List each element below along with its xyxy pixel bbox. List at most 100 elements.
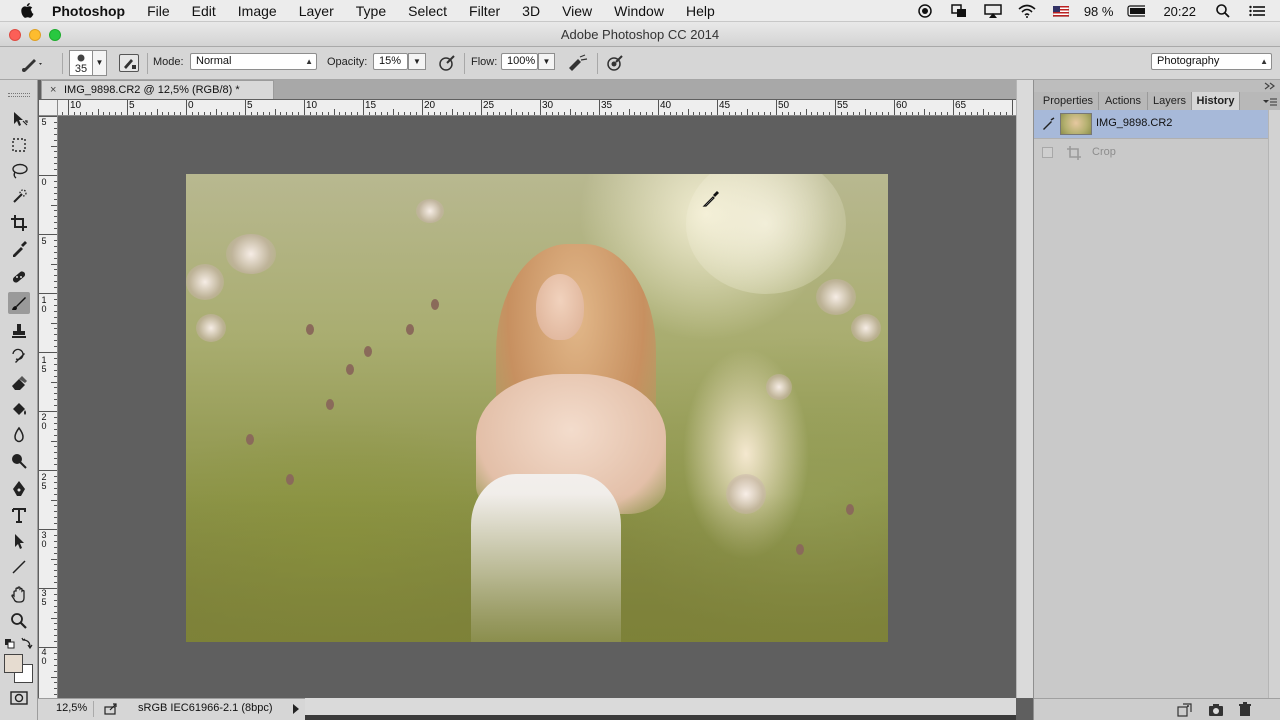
tool-preset-brush-icon[interactable] (20, 53, 44, 73)
ruler-tick (54, 157, 57, 159)
crop-icon[interactable] (8, 212, 30, 234)
flag-icon[interactable] (1052, 4, 1070, 18)
airplay-icon[interactable] (984, 4, 1002, 18)
brush-panel-toggle-icon[interactable] (119, 54, 139, 72)
airbrush-icon[interactable] (566, 53, 588, 73)
ruler-tick (628, 109, 630, 115)
hand-icon[interactable] (8, 584, 30, 606)
line-icon[interactable] (8, 556, 30, 578)
menu-filter[interactable]: Filter (469, 0, 500, 22)
vertical-ruler[interactable]: 5 0 5 10 15 20 25 30 35 40 (39, 116, 58, 698)
screens-icon[interactable] (950, 4, 968, 18)
blur-icon[interactable] (8, 424, 30, 446)
menu-type[interactable]: Type (356, 0, 386, 22)
tab-history[interactable]: History (1192, 92, 1240, 111)
default-colors-icon[interactable] (5, 638, 15, 649)
foreground-color-swatch[interactable] (4, 654, 23, 673)
workspace-select[interactable]: Photography ▲ (1151, 53, 1272, 70)
brush-size-dropdown[interactable]: ▼ (93, 50, 107, 76)
opacity-input[interactable]: 15% (373, 53, 408, 70)
flow-dropdown[interactable]: ▼ (538, 53, 555, 70)
ruler-tick (728, 112, 730, 115)
mode-select[interactable]: Normal ▲ (190, 53, 317, 70)
list-icon[interactable] (1248, 4, 1266, 18)
clock[interactable]: 20:22 (1163, 4, 1196, 19)
menu-view[interactable]: View (562, 0, 592, 22)
flow-input[interactable]: 100% (501, 53, 538, 70)
menu-select[interactable]: Select (408, 0, 447, 22)
paint-bucket-icon[interactable] (8, 398, 30, 420)
menu-window[interactable]: Window (614, 0, 664, 22)
document-photo[interactable] (186, 174, 888, 642)
woman-face (536, 274, 584, 340)
ruler-tick (864, 109, 866, 115)
menu-app[interactable]: Photoshop (52, 0, 125, 22)
menu-file[interactable]: File (147, 0, 170, 22)
panel-collapse-icon[interactable] (1034, 80, 1280, 92)
document-tab[interactable]: × IMG_9898.CR2 @ 12,5% (RGB/8) * (41, 80, 274, 99)
ruler-tick (545, 112, 547, 115)
history-brush-source-icon[interactable] (1040, 117, 1056, 131)
ruler-tick (410, 112, 412, 115)
tab-layers[interactable]: Layers (1148, 92, 1192, 111)
wifi-icon[interactable] (1018, 4, 1036, 18)
history-source-checkbox[interactable] (1042, 147, 1053, 158)
history-snapshot-row[interactable]: IMG_9898.CR2 (1034, 110, 1268, 138)
menu-help[interactable]: Help (686, 0, 715, 22)
search-icon[interactable] (1214, 4, 1232, 18)
status-menu-arrow-icon[interactable] (292, 704, 300, 714)
pen-icon[interactable] (8, 478, 30, 500)
delete-state-icon[interactable] (1238, 702, 1252, 717)
menu-layer[interactable]: Layer (299, 0, 334, 22)
brush-icon[interactable] (8, 292, 30, 314)
panel-menu-icon[interactable] (1263, 96, 1277, 106)
dodge-icon[interactable] (8, 450, 30, 472)
zoom-icon[interactable] (8, 610, 30, 632)
ruler-tick (658, 100, 659, 115)
ruler-tick (54, 623, 57, 625)
battery-icon[interactable] (1127, 4, 1146, 18)
pressure-size-icon[interactable] (605, 53, 625, 73)
ruler-label: 10 (306, 100, 318, 111)
move-icon[interactable] (8, 108, 30, 130)
quick-select-icon[interactable] (8, 186, 30, 208)
ruler-tick (569, 109, 571, 115)
ruler-origin[interactable] (39, 100, 58, 116)
ruler-tick (528, 112, 530, 115)
pressure-opacity-icon[interactable] (437, 53, 457, 73)
menu-image[interactable]: Image (238, 0, 277, 22)
tab-actions[interactable]: Actions (1099, 92, 1148, 111)
horizontal-ruler[interactable]: 10 5 0 5 10 15 20 25 30 35 40 45 50 55 6… (58, 100, 1016, 116)
record-icon[interactable] (916, 4, 934, 18)
history-brush-icon[interactable] (8, 346, 30, 368)
ruler-tick (752, 112, 754, 115)
brush-size-picker[interactable]: 35 (69, 50, 93, 76)
opacity-dropdown[interactable]: ▼ (408, 53, 426, 70)
menu-edit[interactable]: Edit (192, 0, 216, 22)
path-select-icon[interactable] (8, 530, 30, 552)
quick-mask-icon[interactable] (10, 691, 28, 705)
swap-colors-icon[interactable] (21, 637, 33, 650)
new-document-from-state-icon[interactable] (1176, 703, 1192, 717)
tab-properties[interactable]: Properties (1038, 92, 1099, 111)
type-icon[interactable] (8, 504, 30, 526)
panel-grip-icon[interactable] (8, 93, 30, 97)
apple-icon[interactable] (18, 0, 38, 22)
clone-stamp-icon[interactable] (8, 320, 30, 342)
close-document-icon[interactable]: × (50, 81, 56, 99)
marquee-icon[interactable] (8, 134, 30, 156)
ruler-tick (722, 112, 724, 115)
new-snapshot-icon[interactable] (1208, 703, 1224, 717)
vertical-scrollbar[interactable] (1016, 80, 1033, 698)
eyedropper-icon[interactable] (8, 238, 30, 260)
document-profile[interactable]: sRGB IEC61966-2.1 (8bpc) (138, 701, 273, 716)
panel-scrollbar[interactable] (1268, 110, 1280, 698)
lasso-icon[interactable] (8, 160, 30, 182)
menu-3d[interactable]: 3D (522, 0, 540, 22)
healing-brush-icon[interactable] (8, 266, 30, 288)
history-step-row[interactable]: Crop (1034, 138, 1268, 166)
eraser-icon[interactable] (8, 372, 30, 394)
zoom-level-input[interactable]: 12,5% (42, 701, 94, 717)
horizontal-scrollbar[interactable] (305, 698, 1016, 715)
share-icon[interactable] (104, 703, 118, 715)
